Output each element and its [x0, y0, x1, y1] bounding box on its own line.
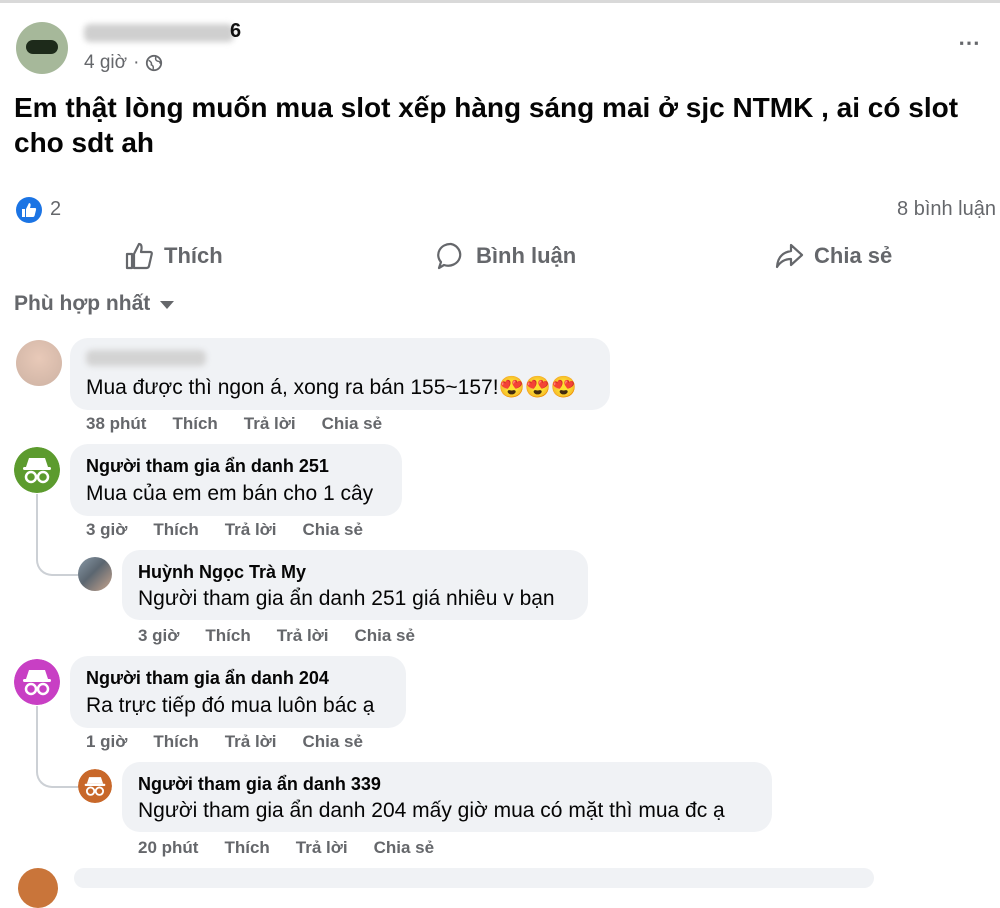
comment-label: Bình luận [476, 243, 577, 268]
comment-button[interactable]: Bình luận [436, 236, 576, 276]
share-label: Chia sẻ [814, 243, 893, 268]
post-meta: 4 giờ · [84, 52, 163, 74]
comment-bubble: Mua được thì ngon á, xong ra bán 155~157… [70, 338, 610, 410]
author-name-blurred[interactable] [84, 24, 234, 42]
comment-share-link[interactable]: Chia sẻ [322, 414, 382, 434]
like-label: Thích [164, 243, 223, 268]
sort-label: Phù hợp nhất [14, 292, 151, 315]
post-text: Em thật lòng muốn mua slot xếp hàng sáng… [14, 92, 959, 158]
comment-like-link[interactable]: Thích [153, 520, 198, 540]
comment-bubble: Người tham gia ẩn danh 251 Mua của em em… [70, 444, 402, 516]
share-button[interactable]: Chia sẻ [774, 236, 892, 276]
comment-share-link[interactable]: Chia sẻ [303, 520, 363, 540]
more-options-icon[interactable]: ⋯ [958, 30, 982, 56]
comment-reply-link[interactable]: Trả lời [277, 626, 329, 646]
chevron-down-icon [160, 301, 175, 309]
thumbs-up-icon [22, 203, 37, 217]
comment-like-link[interactable]: Thích [172, 414, 217, 434]
comment-reply-link[interactable]: Trả lời [244, 414, 296, 434]
comment-share-link[interactable]: Chia sẻ [355, 626, 415, 646]
commenter-name[interactable]: Người tham gia ẩn danh 339 [138, 774, 381, 795]
commenter-name[interactable]: Người tham gia ẩn danh 251 [86, 456, 329, 477]
comment-bubble [74, 868, 874, 888]
comment-text: Người tham gia ẩn danh 251 giá nhiêu v b… [138, 587, 555, 610]
avatar-sunglasses [26, 40, 58, 54]
comment-count[interactable]: 8 bình luận [897, 198, 996, 221]
comment-time[interactable]: 1 giờ [86, 732, 127, 752]
comment-like-link[interactable]: Thích [153, 732, 198, 752]
comment-text: Mua được thì ngon á, xong ra bán 155~157… [86, 376, 577, 399]
comment-share-link[interactable]: Chia sẻ [303, 732, 363, 752]
comment-text: Ra trực tiếp đó mua luôn bác ạ [86, 694, 375, 717]
comment-actions: 3 giờ Thích Trả lời Chia sẻ [86, 520, 363, 540]
incognito-icon [14, 447, 60, 493]
reaction-count[interactable]: 2 [50, 198, 61, 221]
comment-actions: 1 giờ Thích Trả lời Chia sẻ [86, 732, 363, 752]
globe-icon[interactable] [145, 54, 163, 72]
comment-text: Người tham gia ẩn danh 204 mấy giờ mua c… [138, 799, 725, 822]
comment-actions: 38 phút Thích Trả lời Chia sẻ [86, 414, 382, 434]
comment-bubble-icon [437, 242, 462, 270]
comment-reply-link[interactable]: Trả lời [225, 732, 277, 752]
comment-time[interactable]: 20 phút [138, 838, 198, 858]
anonymous-avatar[interactable] [18, 868, 58, 908]
comment-reply-link[interactable]: Trả lời [296, 838, 348, 858]
anonymous-avatar[interactable] [78, 769, 112, 803]
sort-dropdown[interactable]: Phù hợp nhất [14, 292, 175, 316]
incognito-icon [14, 659, 60, 705]
reply-bubble: Huỳnh Ngọc Trà My Người tham gia ẩn danh… [122, 550, 588, 620]
comment-text: Mua của em em bán cho 1 cây [86, 482, 374, 505]
comment-time[interactable]: 38 phút [86, 414, 146, 434]
commenter-avatar[interactable] [78, 557, 112, 591]
anonymous-avatar[interactable] [14, 659, 60, 705]
reply-bubble: Người tham gia ẩn danh 339 Người tham gi… [122, 762, 772, 832]
comment-like-link[interactable]: Thích [224, 838, 269, 858]
post-time[interactable]: 4 giờ [84, 52, 127, 74]
commenter-name[interactable]: Người tham gia ẩn danh 204 [86, 668, 329, 689]
commenter-name[interactable]: Huỳnh Ngọc Trà My [138, 562, 306, 583]
top-border [0, 0, 1000, 3]
comment-like-link[interactable]: Thích [205, 626, 250, 646]
thumbs-up-icon [125, 242, 153, 270]
anonymous-avatar[interactable] [14, 447, 60, 493]
comment-bubble: Người tham gia ẩn danh 204 Ra trực tiếp … [70, 656, 406, 728]
meta-separator: · [133, 52, 140, 73]
commenter-avatar[interactable] [16, 340, 62, 386]
comment-actions: 3 giờ Thích Trả lời Chia sẻ [138, 626, 415, 646]
comment-time[interactable]: 3 giờ [86, 520, 127, 540]
comment-share-link[interactable]: Chia sẻ [374, 838, 434, 858]
like-button[interactable]: Thích [124, 236, 223, 276]
comment-actions: 20 phút Thích Trả lời Chia sẻ [138, 838, 434, 858]
comment-reply-link[interactable]: Trả lời [225, 520, 277, 540]
like-reaction-icon[interactable] [16, 197, 42, 223]
author-name-suffix[interactable]: 6 [230, 20, 241, 43]
post-actions: Thích Bình luận Chia sẻ [0, 236, 1000, 276]
author-avatar[interactable] [16, 22, 68, 74]
comment-time[interactable]: 3 giờ [138, 626, 179, 646]
incognito-icon [78, 769, 112, 803]
share-arrow-icon [775, 243, 804, 269]
commenter-name-blurred[interactable] [86, 350, 206, 366]
